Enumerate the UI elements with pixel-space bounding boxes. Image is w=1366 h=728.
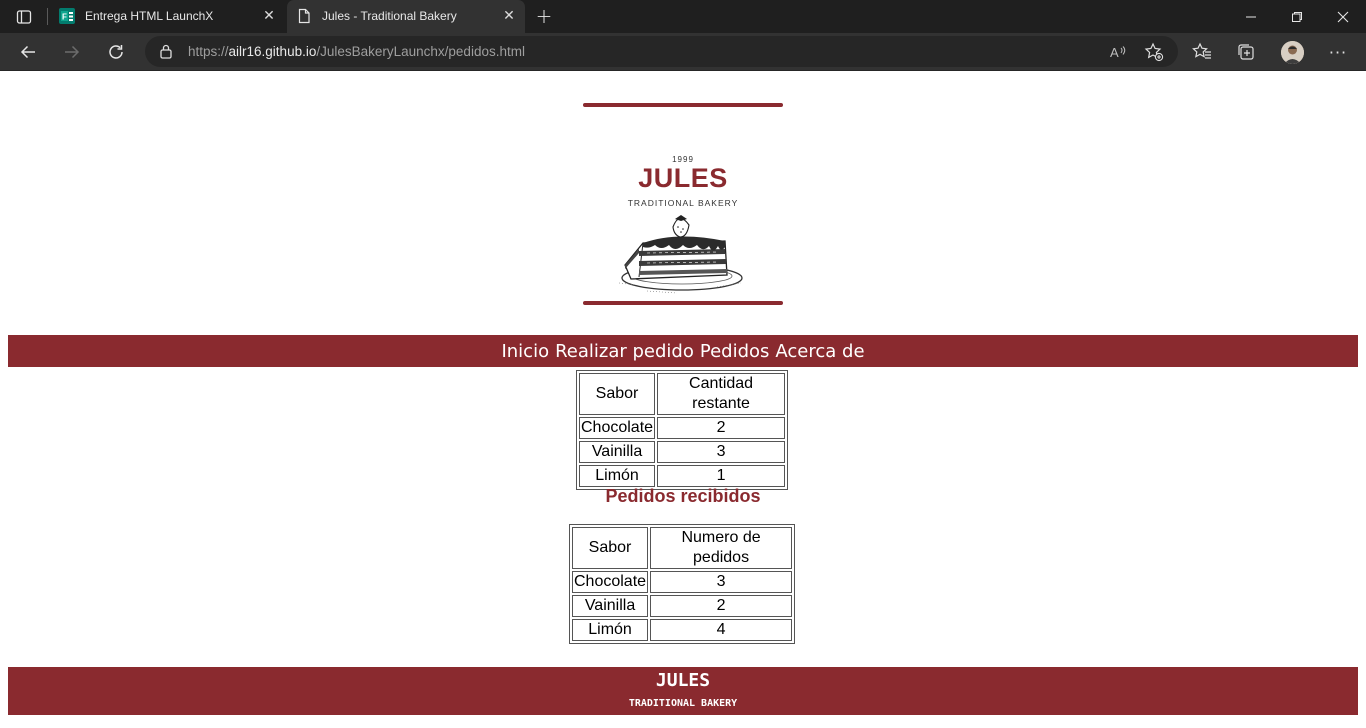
tab-actions-icon[interactable] <box>9 6 39 28</box>
table-header: Cantidad restante <box>657 373 786 415</box>
minimize-icon[interactable] <box>1228 0 1274 33</box>
tab-title: Jules - Traditional Bakery <box>322 9 457 23</box>
footer-name: JULES <box>655 670 711 691</box>
table-header: Sabor <box>579 373 656 415</box>
nav-acerca-de[interactable]: Acerca de <box>775 341 864 362</box>
table-header: Sabor <box>572 527 649 569</box>
table-header: Numero de pedidos <box>650 527 793 569</box>
browser-tab-bar: F Entrega HTML LaunchX ✕ Jules - Traditi… <box>0 0 1366 33</box>
table-header-row: Sabor Numero de pedidos <box>572 527 793 569</box>
browser-toolbar: https://ailr16.github.io/JulesBakeryLaun… <box>0 33 1366 71</box>
cake-illustration-icon <box>618 215 743 294</box>
stock-table: Sabor Cantidad restante Chocolate 2 Vain… <box>576 370 789 490</box>
table-cell: 3 <box>657 441 786 463</box>
table-cell: Chocolate <box>579 417 656 439</box>
table-header-row: Sabor Cantidad restante <box>579 373 786 415</box>
table-cell: 4 <box>650 619 793 641</box>
close-window-icon[interactable] <box>1320 0 1366 33</box>
back-icon[interactable] <box>14 38 42 66</box>
profile-avatar[interactable] <box>1281 41 1304 64</box>
logo-top-rule <box>583 103 783 107</box>
orders-heading: Pedidos recibidos <box>605 486 761 506</box>
logo-name: JULES <box>638 163 728 193</box>
favorites-icon[interactable] <box>1188 38 1216 66</box>
table-row: Chocolate 2 <box>579 417 786 439</box>
forward-icon[interactable] <box>58 38 86 66</box>
collections-icon[interactable] <box>1232 38 1260 66</box>
table-row: Limón 1 <box>579 465 786 487</box>
page-icon <box>298 8 310 24</box>
jules-logo: 1999 JULES TRADITIONAL BAKERY <box>583 103 783 308</box>
table-row: Limón 4 <box>572 619 793 641</box>
read-aloud-icon[interactable]: A <box>1107 41 1129 63</box>
table-cell: 2 <box>657 417 786 439</box>
refresh-icon[interactable] <box>102 38 130 66</box>
more-options-icon[interactable]: ··· <box>1324 38 1352 66</box>
svg-text:F: F <box>62 13 67 22</box>
close-tab-icon[interactable]: ✕ <box>261 8 277 24</box>
url-text[interactable]: https://ailr16.github.io/JulesBakeryLaun… <box>188 44 525 59</box>
table-cell: Vainilla <box>579 441 656 463</box>
nav-realizar-pedido[interactable]: Realizar pedido <box>555 341 694 362</box>
orders-table: Sabor Numero de pedidos Chocolate 3 Vain… <box>569 524 796 644</box>
page-content: 1999 JULES TRADITIONAL BAKERY Inicio Rea… <box>0 72 1366 728</box>
table-cell: Chocolate <box>572 571 649 593</box>
tab-entrega[interactable]: F Entrega HTML LaunchX ✕ <box>50 0 285 33</box>
footer-tagline: TRADITIONAL BAKERY <box>628 698 738 709</box>
table-cell: 1 <box>657 465 786 487</box>
main-nav: Inicio Realizar pedido Pedidos Acerca de <box>8 335 1358 367</box>
page-footer: JULES TRADITIONAL BAKERY <box>8 667 1358 715</box>
nav-pedidos[interactable]: Pedidos <box>700 341 770 362</box>
nav-inicio[interactable]: Inicio <box>501 341 549 362</box>
address-bar[interactable]: https://ailr16.github.io/JulesBakeryLaun… <box>145 36 1178 67</box>
tab-jules[interactable]: Jules - Traditional Bakery ✕ <box>287 0 525 33</box>
restore-icon[interactable] <box>1274 0 1320 33</box>
logo-bottom-rule <box>583 301 783 305</box>
lock-icon[interactable] <box>159 44 173 59</box>
table-row: Chocolate 3 <box>572 571 793 593</box>
table-cell: 3 <box>650 571 793 593</box>
table-cell: Limón <box>572 619 649 641</box>
tab-title: Entrega HTML LaunchX <box>85 9 214 23</box>
add-favorite-icon[interactable] <box>1143 41 1165 63</box>
table-cell: Vainilla <box>572 595 649 617</box>
table-cell: 2 <box>650 595 793 617</box>
tab-separator <box>47 8 48 25</box>
forms-icon: F <box>59 8 75 24</box>
new-tab-icon[interactable]: + <box>533 4 555 28</box>
table-row: Vainilla 2 <box>572 595 793 617</box>
table-cell: Limón <box>579 465 656 487</box>
logo-tagline: TRADITIONAL BAKERY <box>627 198 739 208</box>
close-tab-icon[interactable]: ✕ <box>501 8 517 24</box>
table-row: Vainilla 3 <box>579 441 786 463</box>
svg-text:A: A <box>1110 45 1119 60</box>
